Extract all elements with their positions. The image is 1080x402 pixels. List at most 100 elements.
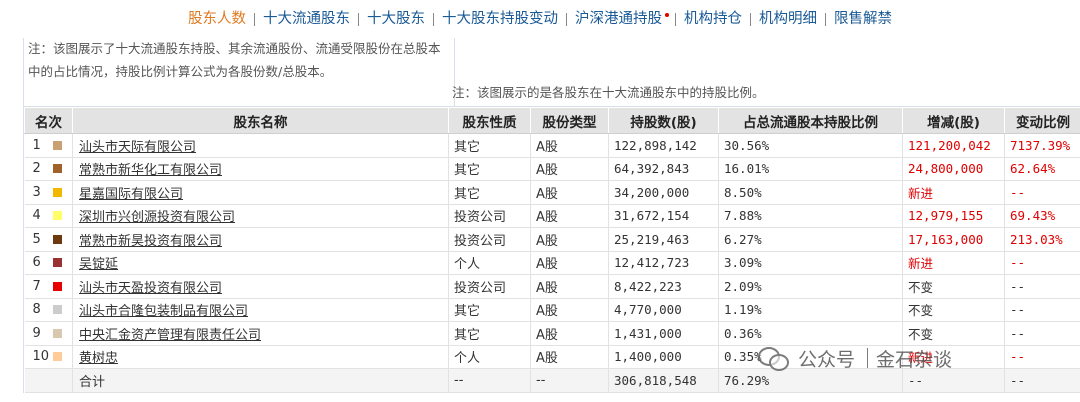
change-cell: 不变 — [902, 321, 1005, 346]
legend-swatch — [52, 164, 62, 174]
table-row: 3 星嘉国际有限公司 其它 A股 34,200,000 8.50% 新进 -- — [24, 180, 1080, 205]
ratio-cell: 7.88% — [718, 204, 903, 228]
rank-cell: 3 — [24, 180, 73, 205]
change-pct-cell: -- — [1004, 180, 1080, 205]
shareholder-name-cell: 常熟市新昊投资有限公司 — [72, 227, 449, 252]
nav-separator — [566, 12, 567, 26]
share-type-cell: A股 — [530, 133, 609, 158]
change-pct-cell: -- — [1004, 298, 1080, 322]
rank-number: 1 — [32, 137, 41, 153]
watermark-divider — [867, 348, 869, 368]
column-header: 股份类型 — [530, 107, 609, 134]
rank-number: 9 — [32, 325, 41, 341]
nature-cell: 其它 — [448, 298, 531, 322]
nature-cell: 其它 — [448, 180, 531, 205]
nav-tab-2[interactable]: 十大流通股东 — [261, 0, 352, 38]
nav-separator — [825, 12, 826, 26]
nav-tab-8[interactable]: 限售解禁 — [832, 0, 894, 38]
nature-cell: 其它 — [448, 133, 531, 158]
nav-tab-7[interactable]: 机构明细 — [757, 0, 819, 38]
table-header-row: 名次 股东名称 股东性质 股份类型 持股数(股) 占总流通股本持股比例 增减(股) 变动比例 — [24, 107, 1080, 134]
rank-cell: 1 — [24, 133, 73, 158]
rank-number: 2 — [32, 161, 41, 177]
change-pct-cell: -- — [1004, 321, 1080, 346]
rank-cell: 2 — [24, 157, 73, 181]
shareholder-name-cell: 常熟市新华化工有限公司 — [72, 157, 449, 181]
shares-cell: 31,672,154 — [608, 204, 719, 228]
shares-cell: 64,392,843 — [608, 157, 719, 181]
nav-separator — [675, 12, 676, 26]
shareholder-name-cell: 中央汇金资产管理有限责任公司 — [72, 321, 449, 346]
shareholder-link[interactable]: 汕头市合隆包装制品有限公司 — [79, 304, 248, 319]
note-left: 注：该图展示了十大流通股东持股、其余流通股份、流通受限股份在总股本中的占比情况，… — [28, 38, 455, 106]
nav-tab-1[interactable]: 股东人数 — [186, 0, 248, 38]
shares-cell: 4,770,000 — [608, 298, 719, 322]
shareholder-link[interactable]: 星嘉国际有限公司 — [79, 187, 183, 202]
share-type-cell: A股 — [530, 345, 609, 369]
legend-swatch — [52, 305, 62, 315]
shareholder-link[interactable]: 常熟市新昊投资有限公司 — [79, 234, 222, 249]
total-shares: 306,818,548 — [608, 368, 719, 393]
change-cell: 17,163,000 — [902, 227, 1005, 252]
change-pct-cell: -- — [1004, 274, 1080, 299]
nature-cell: 其它 — [448, 321, 531, 346]
shareholder-link[interactable]: 吴锭延 — [79, 257, 118, 272]
rank-cell: 4 — [24, 204, 73, 228]
share-type-cell: A股 — [530, 204, 609, 228]
rank-cell: 7 — [24, 274, 73, 299]
nav-tab-4[interactable]: 十大股东持股变动 — [440, 0, 560, 38]
nav-tab-6[interactable]: 机构持仓 — [682, 0, 744, 38]
rank-number: 10 — [32, 349, 50, 365]
rank-number: 5 — [32, 231, 41, 247]
shareholder-name-cell: 汕头市天际有限公司 — [72, 133, 449, 158]
shareholder-link[interactable]: 汕头市天际有限公司 — [79, 140, 196, 155]
change-cell: 12,979,155 — [902, 204, 1005, 228]
table-row: 5 常熟市新昊投资有限公司 投资公司 A股 25,219,463 6.27% 17,163,… — [24, 227, 1080, 252]
nav-tab-5[interactable]: 沪深港通持股 — [573, 0, 664, 38]
ratio-cell: 16.01% — [718, 157, 903, 181]
share-type-cell: A股 — [530, 321, 609, 346]
shares-cell: 12,412,723 — [608, 251, 719, 275]
nav-separator — [750, 12, 751, 26]
change-cell: 24,800,000 — [902, 157, 1005, 181]
table-row: 4 深圳市兴创源投资有限公司 投资公司 A股 31,672,154 7.88% 12,979… — [24, 204, 1080, 228]
legend-swatch — [52, 328, 62, 338]
total-type: -- — [530, 368, 609, 393]
nav-separator — [254, 12, 255, 26]
change-pct-cell: 213.03% — [1004, 227, 1080, 252]
shareholder-link[interactable]: 汕头市天盈投资有限公司 — [79, 281, 222, 296]
rank-cell: 10 — [24, 345, 73, 369]
shareholder-name-cell: 星嘉国际有限公司 — [72, 180, 449, 205]
shareholder-name-cell: 吴锭延 — [72, 251, 449, 275]
shares-cell: 34,200,000 — [608, 180, 719, 205]
shareholder-name-cell: 深圳市兴创源投资有限公司 — [72, 204, 449, 228]
table-row: 6 吴锭延 个人 A股 12,412,723 3.09% 新进 -- — [24, 251, 1080, 275]
rank-number: 3 — [32, 184, 41, 200]
legend-swatch — [52, 187, 62, 197]
shareholder-name-cell: 汕头市合隆包装制品有限公司 — [72, 298, 449, 322]
nav-tab-3[interactable]: 十大股东 — [365, 0, 427, 38]
shares-cell: 25,219,463 — [608, 227, 719, 252]
share-type-cell: A股 — [530, 298, 609, 322]
notes-area: 注：该图展示了十大流通股东持股、其余流通股份、流通受限股份在总股本中的占比情况，… — [24, 38, 1080, 107]
nav-separator — [433, 12, 434, 26]
legend-swatch — [52, 281, 62, 291]
change-cell: 不变 — [902, 274, 1005, 299]
shares-cell: 122,898,142 — [608, 133, 719, 158]
total-change-pct: -- — [1004, 368, 1080, 393]
change-cell: 121,200,042 — [902, 133, 1005, 158]
table-row: 1 汕头市天际有限公司 其它 A股 122,898,142 30.56% 121,200,0… — [24, 133, 1080, 158]
shareholder-link[interactable]: 中央汇金资产管理有限责任公司 — [79, 328, 261, 343]
shareholder-link[interactable]: 黄树忠 — [79, 351, 118, 366]
rank-cell: 8 — [24, 298, 73, 322]
column-header: 增减(股) — [902, 107, 1005, 134]
shares-cell: 8,422,223 — [608, 274, 719, 299]
shareholder-link[interactable]: 深圳市兴创源投资有限公司 — [79, 210, 235, 225]
shareholder-link[interactable]: 常熟市新华化工有限公司 — [79, 163, 222, 178]
shares-cell: 1,400,000 — [608, 345, 719, 369]
change-pct-cell: -- — [1004, 345, 1080, 369]
shareholder-name-cell: 黄树忠 — [72, 345, 449, 369]
legend-swatch — [52, 258, 62, 268]
nav-separator — [358, 12, 359, 26]
rank-cell: 6 — [24, 251, 73, 275]
